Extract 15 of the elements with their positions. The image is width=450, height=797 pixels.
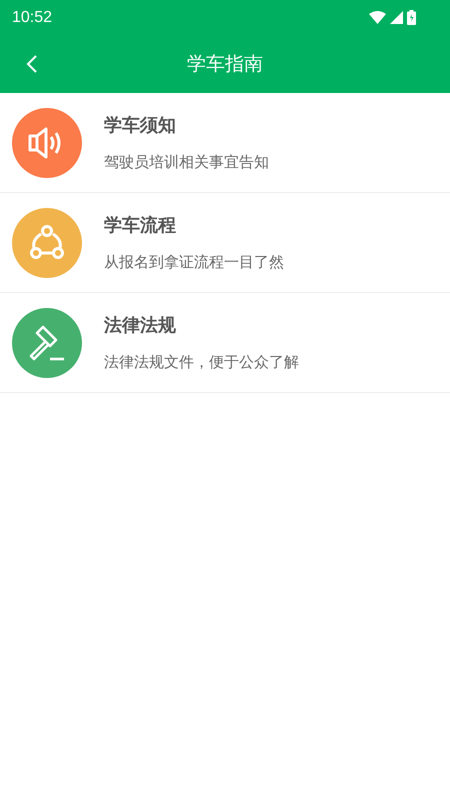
back-button[interactable] <box>26 54 38 74</box>
item-title: 学车流程 <box>104 214 177 237</box>
item-title: 学车须知 <box>104 114 177 137</box>
wifi-icon <box>369 11 386 24</box>
item-title: 法律法规 <box>104 314 177 337</box>
guide-list-item[interactable]: 学车须知 驾驶员培训相关事宜告知 <box>0 93 450 193</box>
status-time: 10:52 <box>12 8 52 26</box>
guide-list-item[interactable]: 法律法规 法律法规文件，便于公众了解 <box>0 293 450 393</box>
item-description: 驾驶员培训相关事宜告知 <box>104 153 269 172</box>
signal-icon <box>390 11 403 24</box>
guide-list-item[interactable]: 学车流程 从报名到拿证流程一目了然 <box>0 193 450 293</box>
item-description: 从报名到拿证流程一目了然 <box>104 253 284 272</box>
battery-icon <box>407 10 416 25</box>
item-description: 法律法规文件，便于公众了解 <box>104 353 299 372</box>
page-title: 学车指南 <box>187 52 263 77</box>
